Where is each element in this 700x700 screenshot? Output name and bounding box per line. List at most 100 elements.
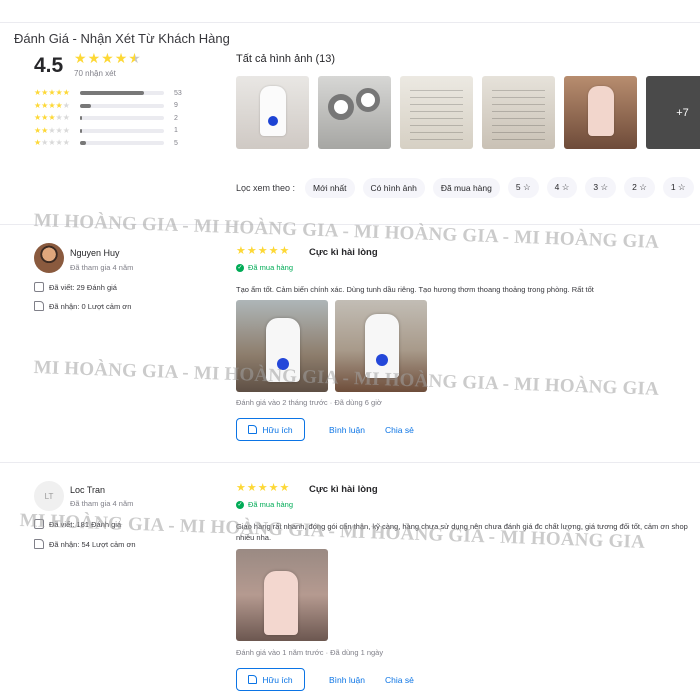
reviewer-written: Đã viết: 29 Đánh giá: [34, 282, 117, 292]
gallery-more-thumbnail[interactable]: +7: [646, 76, 700, 149]
star-outline-icon: ☆: [522, 182, 531, 192]
rating-bar-fill: [80, 91, 144, 96]
rating-row-4[interactable]: ★ ★ ★ ★ ★ 9: [34, 100, 182, 113]
rating-row-5[interactable]: ★ ★ ★ ★ ★ 53: [34, 87, 182, 100]
star-icon: ★: [114, 50, 128, 66]
share-link[interactable]: Chia sẻ: [385, 675, 414, 685]
part-image: [356, 88, 380, 112]
filter-3-stars[interactable]: 3 ☆: [585, 177, 617, 198]
comment-link[interactable]: Bình luận: [329, 425, 365, 435]
one-star-icon: ★ ★ ★ ★ ★: [34, 138, 70, 148]
rating-bar-fill: [80, 141, 86, 146]
five-stars-icon: ★ ★ ★ ★ ★: [34, 88, 70, 98]
reviewer-name: Loc Tran: [70, 485, 106, 495]
rating-bar: [80, 91, 164, 96]
filter-value: 2: [632, 182, 637, 192]
like-icon: [34, 301, 44, 311]
verified-text: Đã mua hàng: [248, 500, 294, 509]
gallery-thumbnail[interactable]: [318, 76, 391, 149]
thumbs-up-icon: [248, 425, 258, 434]
received-text: Đã nhận: 54 Lượt cảm ơn: [49, 539, 136, 549]
avatar: [34, 243, 64, 273]
filter-value: 3: [593, 182, 599, 192]
two-stars-icon: ★ ★ ★ ★ ★: [34, 125, 70, 135]
filter-bar: Lọc xem theo : Mới nhất Có hình ảnh Đã m…: [236, 177, 694, 198]
reviewer-joined: Đã tham gia 4 năm: [70, 499, 134, 508]
review-count: 70 nhận xét: [74, 69, 116, 78]
page-title: Đánh Giá - Nhận Xét Từ Khách Hàng: [14, 31, 230, 46]
filter-2-stars[interactable]: 2 ☆: [624, 177, 655, 198]
review-title: Cực kì hài lòng: [309, 247, 378, 258]
half-star-icon: ★: [128, 50, 141, 66]
comment-link[interactable]: Bình luận: [329, 675, 365, 685]
manual-image: [410, 84, 463, 141]
gallery-thumbnail[interactable]: [400, 76, 473, 149]
part-image: [328, 94, 354, 120]
verified-purchase: ✓ Đã mua hàng: [236, 500, 293, 509]
rating-bar: [80, 103, 164, 108]
helpful-button[interactable]: Hữu ích: [236, 668, 305, 691]
rating-bar-fill: [80, 103, 91, 108]
rating-row-2[interactable]: ★ ★ ★ ★ ★ 1: [34, 125, 182, 138]
humidifier-image: [264, 571, 298, 635]
top-divider: [0, 22, 700, 23]
section-divider: [0, 462, 700, 463]
star-outline-icon: ☆: [639, 182, 647, 192]
filter-value: 5: [515, 182, 521, 192]
filter-purchased[interactable]: Đã mua hàng: [432, 177, 500, 198]
review-stars: ★ ★ ★ ★ ★: [236, 482, 290, 494]
gallery-thumbnail[interactable]: [236, 76, 309, 149]
more-images-count: +7: [676, 106, 689, 119]
filter-value: 1: [670, 182, 676, 192]
reviewer-received: Đã nhận: 54 Lượt cảm ơn: [34, 539, 136, 549]
comment-icon: [34, 282, 44, 292]
review-meta: Đánh giá vào 1 năm trước · Đã dùng 1 ngà…: [236, 648, 384, 657]
review-photo[interactable]: [236, 549, 328, 641]
helpful-button[interactable]: Hữu ích: [236, 418, 305, 441]
three-stars-icon: ★ ★ ★ ★ ★: [34, 113, 70, 123]
image-gallery: +7: [236, 76, 700, 149]
star-outline-icon: ☆: [600, 182, 609, 192]
all-images-label: Tất cả hình ảnh (13): [236, 53, 336, 65]
like-icon: [34, 539, 44, 549]
rating-row-1[interactable]: ★ ★ ★ ★ ★ 5: [34, 137, 182, 150]
rating-bar-fill: [80, 116, 83, 121]
reviewer-received: Đã nhận: 0 Lượt cảm ơn: [34, 301, 131, 311]
review-meta: Đánh giá vào 2 tháng trước · Đã dùng 6 g…: [236, 398, 382, 407]
star-icon: ★: [101, 50, 114, 66]
filter-5-stars[interactable]: 5 ☆: [507, 177, 539, 198]
star-icon: ★: [74, 50, 87, 66]
manual-image: [492, 84, 545, 141]
review-title: Cực kì hài lòng: [309, 484, 378, 495]
avatar: LT: [34, 481, 64, 511]
reviewer-joined: Đã tham gia 4 năm: [70, 263, 134, 272]
rating-bar: [80, 128, 164, 133]
rating-bar: [80, 116, 164, 121]
filter-4-stars[interactable]: 4 ☆: [546, 177, 578, 198]
star-icon: ★: [87, 50, 101, 66]
rating-bar: [80, 141, 164, 146]
gallery-thumbnail[interactable]: [482, 76, 555, 149]
filter-with-images[interactable]: Có hình ảnh: [362, 177, 425, 198]
filter-newest[interactable]: Mới nhất: [305, 177, 355, 198]
filter-1-star[interactable]: 1 ☆: [662, 177, 694, 198]
humidifier-image: [588, 86, 614, 136]
rating-count: 2: [174, 114, 178, 122]
received-text: Đã nhận: 0 Lượt cảm ơn: [49, 301, 132, 311]
share-link[interactable]: Chia sẻ: [385, 425, 414, 435]
rating-row-3[interactable]: ★ ★ ★ ★ ★ 2: [34, 112, 182, 125]
review-stars: ★ ★ ★ ★ ★: [236, 245, 290, 257]
rating-count: 9: [174, 102, 178, 110]
thumbs-up-icon: [248, 675, 258, 684]
written-text: Đã viết: 29 Đánh giá: [49, 282, 117, 292]
check-icon: ✓: [236, 500, 244, 509]
rating-distribution: ★ ★ ★ ★ ★ 53 ★ ★ ★ ★ ★ 9 ★ ★ ★ ★ ★ 2 ★ ★ ★ ★ ★ 1 ★ ★ ★ ★ ★ 5: [34, 87, 182, 150]
filter-label: Lọc xem theo :: [236, 182, 296, 193]
star-outline-icon: ☆: [677, 182, 686, 192]
star-outline-icon: ☆: [561, 182, 570, 192]
average-stars: ★ ★ ★ ★ ★: [74, 51, 141, 65]
helpful-label: Hữu ích: [262, 674, 293, 685]
rating-count: 53: [174, 89, 182, 97]
average-score: 4.5: [34, 54, 64, 77]
gallery-thumbnail[interactable]: [564, 76, 637, 149]
